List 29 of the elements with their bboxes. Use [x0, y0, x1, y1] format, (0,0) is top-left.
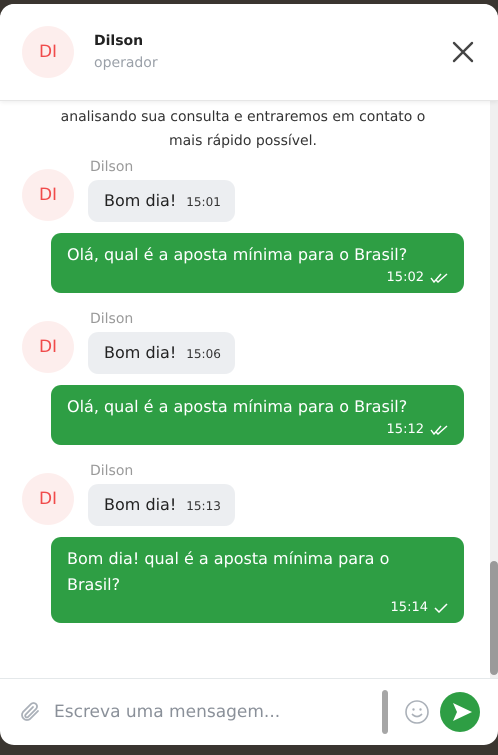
emoji-icon[interactable] [404, 699, 430, 725]
intro-text: analisando sua consulta e entraremos em contato o mais rápido possível. [60, 108, 426, 151]
sender-name: Dilson [90, 311, 134, 327]
close-button[interactable] [452, 41, 474, 63]
message-text: Olá, qual é a aposta mínima para o Brasil? [67, 244, 408, 266]
message-text: Bom dia! [104, 190, 176, 212]
message-time: 15:06 [186, 347, 221, 361]
send-icon [450, 701, 472, 723]
message-text: Olá, qual é a aposta mínima para o Brasil? [67, 396, 408, 418]
avatar: DI [22, 473, 74, 525]
avatar: DI [22, 26, 74, 78]
close-icon [452, 41, 474, 63]
message-text: Bom dia! qual é a aposta mínima para o Brasil? [67, 548, 390, 596]
avatar: DI [22, 321, 74, 373]
message-time: 15:12 [386, 422, 424, 437]
contact-role: operador [94, 55, 159, 71]
message-time: 15:14 [390, 600, 428, 615]
message-time: 15:13 [186, 499, 221, 513]
message-text: Bom dia! [104, 342, 176, 364]
sender-name: Dilson [90, 463, 134, 479]
message-time: 15:01 [186, 195, 221, 209]
send-button[interactable] [440, 692, 480, 732]
contact-name: Dilson [94, 33, 144, 49]
message-time: 15:02 [386, 270, 424, 285]
message-text: Bom dia! [104, 494, 176, 516]
avatar: DI [22, 169, 74, 221]
sender-name: Dilson [90, 159, 134, 175]
attach-icon[interactable] [18, 700, 42, 724]
scrollbar[interactable] [490, 101, 498, 678]
